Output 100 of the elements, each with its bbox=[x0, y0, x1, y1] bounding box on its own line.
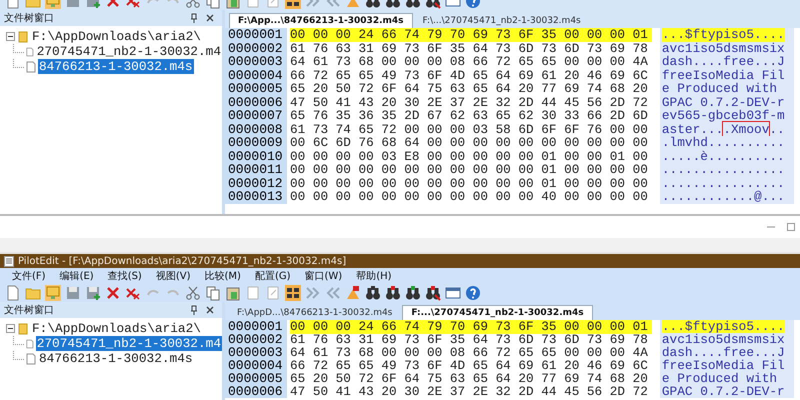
tree-line bbox=[13, 59, 24, 68]
expander-icon[interactable] bbox=[6, 324, 15, 333]
address-cell: 0000008 bbox=[225, 122, 287, 136]
hex-bytes: 64 61 73 68 00 00 00 08 66 72 65 65 00 00 00 4A bbox=[290, 54, 649, 70]
binoculars-icon[interactable] bbox=[425, 285, 441, 301]
address-cell: 0000006 bbox=[225, 385, 287, 398]
ascii-text: .....è.......... bbox=[662, 148, 785, 164]
scissors-icon[interactable] bbox=[185, 285, 201, 301]
address-cell: 0000005 bbox=[225, 82, 287, 96]
hex-bytes: 00 00 00 24 66 74 79 70 69 73 6F 35 00 00 00 01 bbox=[290, 320, 652, 334]
address-cell: 0000003 bbox=[225, 55, 287, 68]
menu-item[interactable]: 视图(V) bbox=[156, 269, 190, 283]
file-tab[interactable]: F:\...\270745471_nb2-1-30032.m4s bbox=[414, 14, 589, 28]
pin-icon[interactable] bbox=[190, 305, 198, 315]
address-cell: 0000013 bbox=[225, 190, 287, 204]
tree-line bbox=[13, 336, 24, 345]
ascii-text: GPAC 0.7.2-DEV-r bbox=[662, 94, 785, 110]
hex-bytes: 61 73 74 65 72 00 00 00 03 58 6D 6F 6F 76 00 00 bbox=[290, 122, 649, 137]
address-cell: 0000006 bbox=[225, 96, 287, 109]
menu-item[interactable]: 查找(S) bbox=[108, 269, 142, 283]
hex-bytes: 47 50 41 43 20 30 2E 37 2E 32 2D 44 45 56 2D 72 bbox=[290, 94, 649, 110]
hex-bytes: 47 50 41 43 20 30 2E 37 2E 32 2D 44 45 56 2D 72 bbox=[290, 384, 649, 399]
folder-icon bbox=[18, 30, 28, 42]
tree-item[interactable]: F:\AppDownloads\aria2\ bbox=[31, 29, 202, 44]
ascii-text: ............@... bbox=[662, 189, 785, 204]
address-cell: 0000012 bbox=[225, 176, 287, 190]
menu-item[interactable]: 窗口(W) bbox=[304, 269, 342, 283]
maximize-icon[interactable] bbox=[786, 222, 796, 232]
address-cell: 0000004 bbox=[225, 359, 287, 372]
ascii-text: dash....free...J bbox=[662, 54, 785, 70]
tree-item[interactable]: 270745471_nb2-1-30032.m4 bbox=[36, 44, 222, 59]
save-all-icon[interactable] bbox=[85, 285, 101, 301]
hex-bytes: 00 00 00 00 00 00 00 00 00 00 00 40 00 00 00 00 bbox=[290, 189, 649, 204]
file-icon bbox=[26, 60, 36, 72]
help-icon[interactable] bbox=[465, 285, 481, 301]
close-icon[interactable] bbox=[206, 306, 214, 314]
paste-icon[interactable] bbox=[225, 285, 241, 301]
ascii-text: ev565-gbceb03f-m bbox=[662, 108, 785, 124]
hex-bytes: 61 76 63 31 69 73 6F 35 64 73 6D 73 6D 73 69 78 bbox=[290, 332, 649, 347]
close-icon[interactable] bbox=[105, 285, 121, 301]
address-cell: 0000002 bbox=[225, 333, 287, 346]
hex-bytes: 64 61 73 68 00 00 00 08 66 72 65 65 00 00 00 4A bbox=[290, 345, 649, 360]
address-cell: 0000002 bbox=[225, 42, 287, 55]
file-icon bbox=[26, 352, 36, 364]
panel-title: 文件树窗口 bbox=[4, 304, 55, 317]
panel-title: 文件树窗口 bbox=[4, 12, 55, 25]
hex-bytes: 66 72 65 65 49 73 6F 4D 65 64 69 61 20 46 69 6C bbox=[290, 358, 649, 373]
pin-icon[interactable] bbox=[190, 13, 198, 23]
copy-icon[interactable] bbox=[205, 285, 221, 301]
tree-line bbox=[13, 44, 24, 53]
tree-item[interactable]: 84766213-1-30032.m4s bbox=[38, 351, 194, 366]
ascii-text: ................ bbox=[662, 162, 785, 178]
ascii-text: avc1iso5dsmsmsix bbox=[662, 332, 785, 347]
close-icon[interactable] bbox=[206, 14, 214, 22]
file-tab[interactable]: F:\AppD...\84766213-1-30032.m4s bbox=[229, 306, 400, 320]
hex-bytes: 00 00 00 00 03 E8 00 00 00 00 00 01 00 00 01 00 bbox=[290, 148, 649, 164]
hex-bytes: 65 20 50 72 6F 64 75 63 65 64 20 77 69 74 68 20 bbox=[290, 371, 649, 386]
bookmark-icon[interactable] bbox=[345, 285, 361, 301]
save-icon[interactable] bbox=[65, 285, 81, 301]
ascii-text: freeIsoMedia Fil bbox=[662, 358, 785, 373]
address-cell: 0000001 bbox=[225, 320, 287, 333]
ascii-text: e Produced with bbox=[662, 81, 778, 96]
ascii-text: dash....free...J bbox=[662, 345, 785, 360]
address-cell: 0000009 bbox=[225, 136, 287, 150]
app-icon bbox=[4, 256, 14, 266]
file-tab[interactable]: F:...\270745471_nb2-1-30032.m4s bbox=[402, 305, 593, 320]
file-icon bbox=[26, 46, 34, 58]
hex-bytes: 00 00 00 24 66 74 79 70 69 73 6F 35 00 00 00 01 bbox=[290, 28, 652, 42]
address-cell: 0000007 bbox=[225, 109, 287, 122]
ascii-text: e Produced with bbox=[662, 371, 778, 386]
tree-item[interactable]: 270745471_nb2-1-30032.m4 bbox=[36, 336, 222, 351]
menu-item[interactable]: 帮助(H) bbox=[356, 269, 392, 283]
window-title: PilotEdit - [F:\AppDownloads\aria2\270745471_nb2-1-30032.m4s] bbox=[18, 256, 346, 266]
hex-bytes: 65 20 50 72 6F 64 75 63 65 64 20 77 69 74 68 20 bbox=[290, 81, 649, 96]
binoculars-icon[interactable] bbox=[385, 285, 401, 301]
ascii-text: .lmvhd.......... bbox=[662, 135, 785, 150]
address-cell: 0000004 bbox=[225, 68, 287, 82]
tree-item[interactable]: 84766213-1-30032.m4s bbox=[38, 59, 194, 74]
ascii-text: ................ bbox=[662, 176, 785, 191]
hex-bytes: 00 00 00 00 00 00 00 00 00 00 00 01 00 00 00 00 bbox=[290, 176, 649, 191]
ascii-text: ...$ftypiso5.... bbox=[662, 320, 785, 334]
file-tab[interactable]: F:\App...\84766213-1-30032.m4s bbox=[229, 13, 412, 28]
ascii-text: GPAC 0.7.2-DEV-r bbox=[662, 384, 785, 399]
hex-bytes: 00 00 00 00 00 00 00 00 00 00 00 01 00 00 00 00 bbox=[290, 162, 649, 178]
menu-item[interactable]: 文件(F) bbox=[12, 269, 46, 283]
address-cell: 0000005 bbox=[225, 372, 287, 385]
menu-item[interactable]: 配置(G) bbox=[254, 269, 290, 283]
hex-bytes: 00 6C 6D 76 68 64 00 00 00 00 00 00 00 00 00 00 bbox=[290, 135, 649, 150]
ascii-text: freeIsoMedia Fil bbox=[662, 68, 785, 83]
address-cell: 0000001 bbox=[225, 28, 287, 42]
binoculars-icon[interactable] bbox=[405, 285, 421, 301]
menu-item[interactable]: 比较(M) bbox=[204, 269, 241, 283]
expander-icon[interactable] bbox=[6, 32, 15, 41]
menu-item[interactable]: 编辑(E) bbox=[60, 269, 94, 283]
grid-icon[interactable] bbox=[285, 285, 301, 301]
monitor-icon[interactable] bbox=[45, 285, 61, 301]
address-cell: 0000011 bbox=[225, 163, 287, 176]
binoculars-icon[interactable] bbox=[365, 285, 381, 301]
tree-item[interactable]: F:\AppDownloads\aria2\ bbox=[31, 321, 202, 336]
hex-bytes: 65 76 35 36 35 2D 67 62 63 65 62 30 33 66 2D 6D bbox=[290, 108, 649, 124]
